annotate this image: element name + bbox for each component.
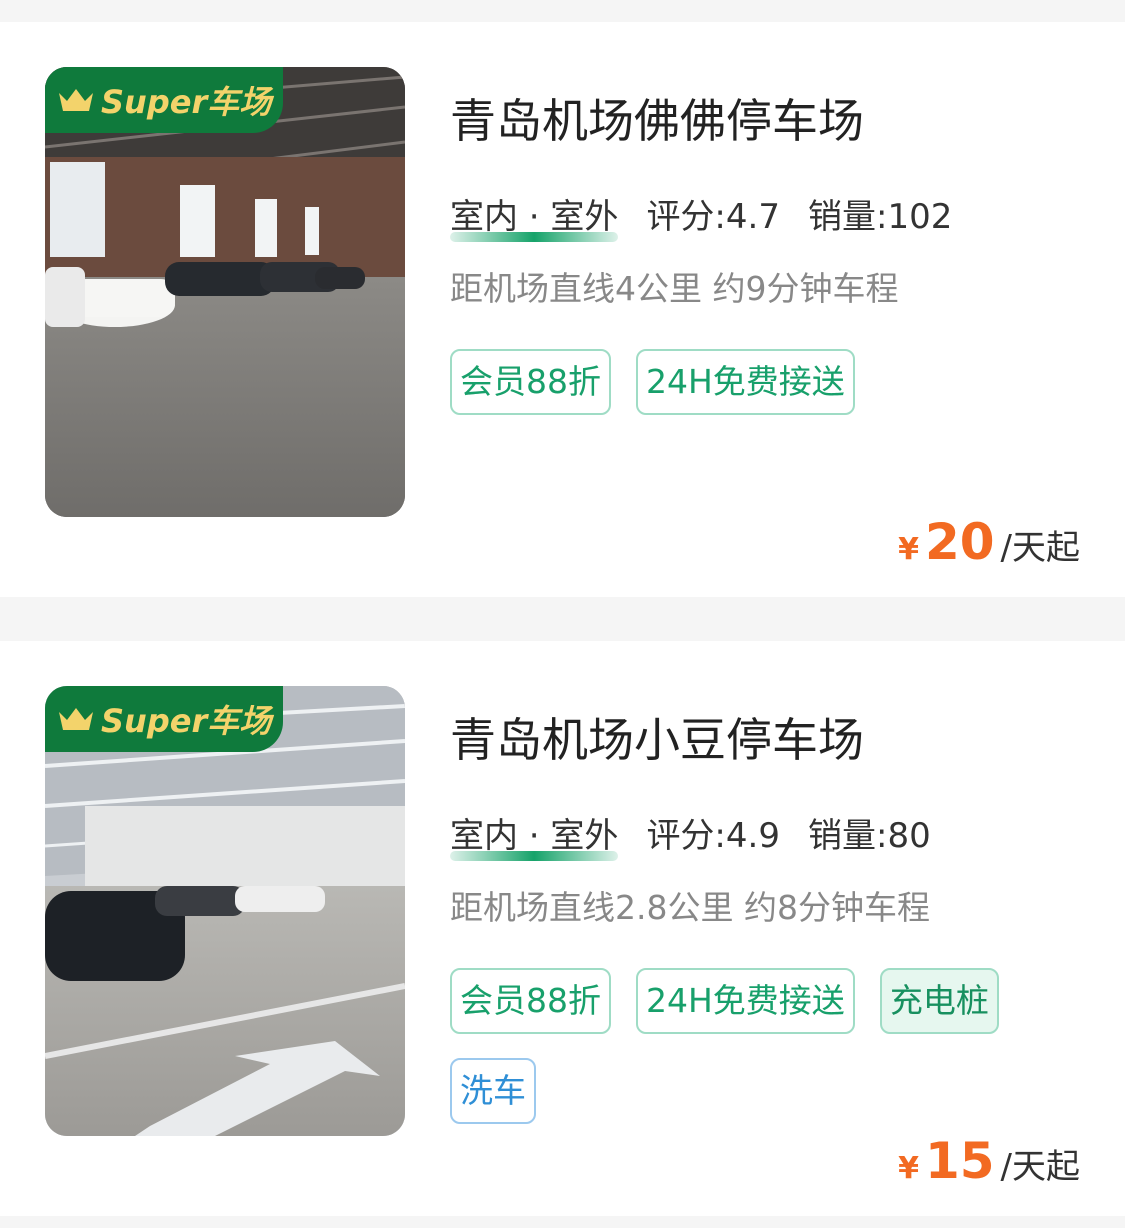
- garage-photo-warehouse: [45, 686, 405, 1136]
- parking-card-2[interactable]: Super车场 青岛机场小豆停车场 室内 · 室外 评分:4.9 销量:80 距机…: [0, 641, 1125, 1216]
- parking-type: 室内 · 室外: [450, 197, 619, 242]
- parking-meta: 室内 · 室外 评分:4.9 销量:80: [450, 816, 931, 861]
- tag-shuttle: 24H免费接送: [636, 349, 855, 415]
- parking-photo-1[interactable]: Super车场: [45, 67, 405, 517]
- price: ¥15/天起: [898, 1136, 1080, 1186]
- sales-value: 102: [887, 197, 953, 237]
- tag-car-wash: 洗车: [450, 1058, 536, 1124]
- parking-title[interactable]: 青岛机场小豆停车场: [450, 717, 864, 763]
- rating-value: 4.7: [725, 197, 780, 237]
- distance-info: 距机场直线2.8公里 约8分钟车程: [450, 888, 930, 927]
- price-unit: /天起: [1000, 528, 1080, 568]
- sales-value: 80: [887, 816, 931, 856]
- super-parking-badge: Super车场: [45, 686, 283, 752]
- tag-member-discount: 会员88折: [450, 968, 611, 1034]
- parking-type-label: 室内 · 室外: [450, 816, 619, 856]
- feature-tags: 会员88折 24H免费接送: [450, 349, 1090, 439]
- top-spacer: [0, 0, 1125, 22]
- parking-type-label: 室内 · 室外: [450, 197, 619, 237]
- parking-photo-2[interactable]: Super车场: [45, 686, 405, 1136]
- tag-charging-pile: 充电桩: [879, 968, 999, 1034]
- parking-card-1[interactable]: Super车场 青岛机场佛佛停车场 室内 · 室外 评分:4.7 销量:102 距…: [0, 22, 1125, 597]
- super-badge-label: Super车场: [101, 83, 272, 121]
- crown-icon: [59, 708, 93, 730]
- card-separator: [0, 597, 1125, 641]
- parking-title[interactable]: 青岛机场佛佛停车场: [450, 98, 864, 144]
- sales-label: 销量:: [807, 197, 888, 237]
- parking-type: 室内 · 室外: [450, 816, 619, 861]
- tag-member-discount: 会员88折: [450, 349, 611, 415]
- crown-icon: [59, 89, 93, 111]
- feature-tags: 会员88折 24H免费接送 充电桩 洗车: [450, 968, 1090, 1148]
- price: ¥20/天起: [898, 517, 1080, 567]
- super-badge-label: Super车场: [101, 702, 272, 740]
- super-parking-badge: Super车场: [45, 67, 283, 133]
- price-value: 15: [924, 1132, 995, 1190]
- sales-label: 销量:: [807, 816, 888, 856]
- rating-label: 评分:: [646, 197, 726, 237]
- parking-meta: 室内 · 室外 评分:4.7 销量:102: [450, 197, 953, 242]
- price-currency: ¥: [898, 1151, 919, 1186]
- price-currency: ¥: [898, 532, 919, 567]
- rating-value: 4.9: [725, 816, 780, 856]
- garage-photo-indoor: [45, 67, 405, 517]
- price-unit: /天起: [1000, 1147, 1080, 1187]
- price-value: 20: [924, 513, 995, 571]
- distance-info: 距机场直线4公里 约9分钟车程: [450, 269, 899, 308]
- rating-label: 评分:: [646, 816, 726, 856]
- tag-shuttle: 24H免费接送: [636, 968, 855, 1034]
